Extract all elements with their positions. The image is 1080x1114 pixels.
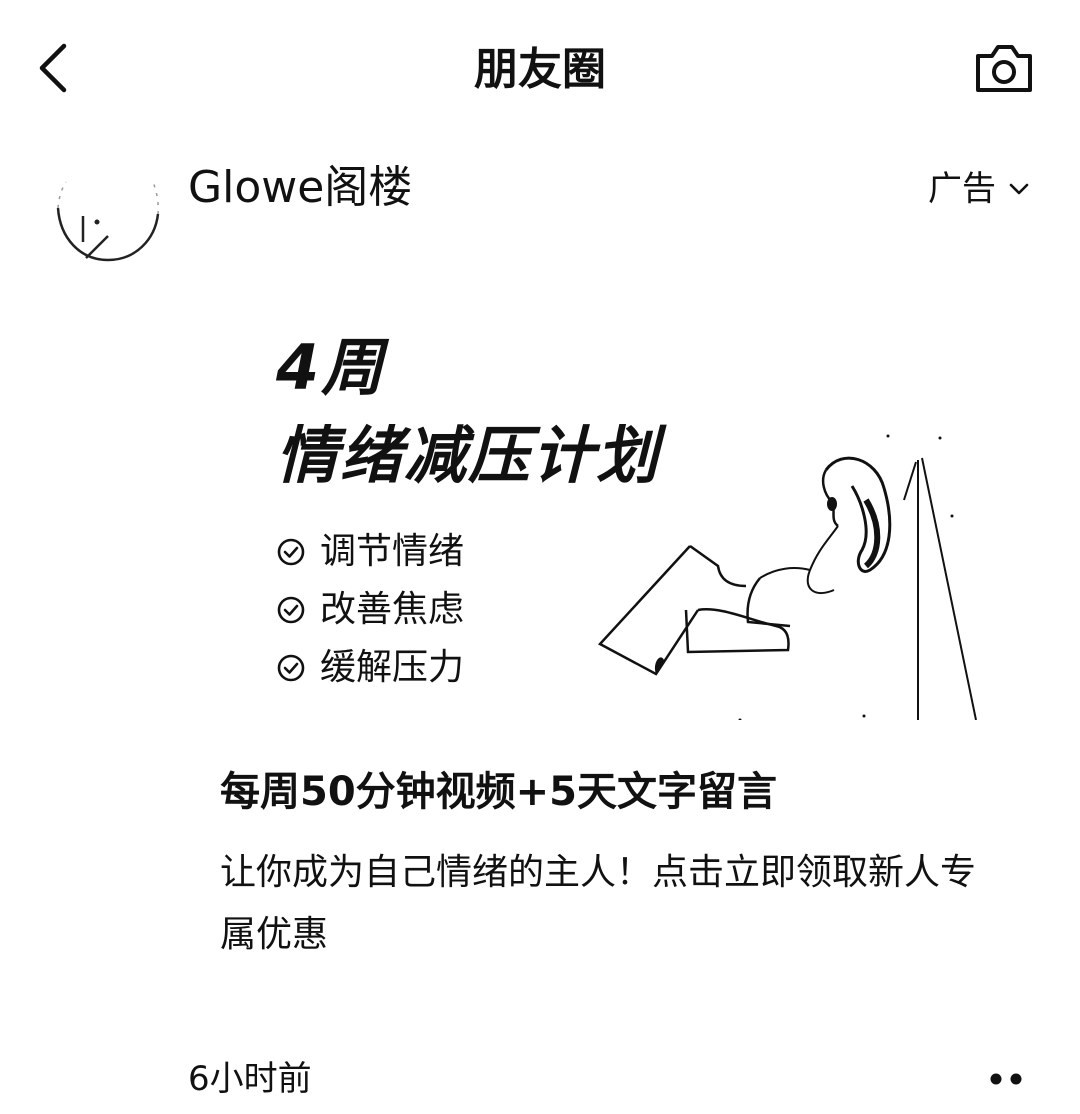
avatar[interactable] [50, 168, 164, 268]
ad-body-text[interactable]: 让你成为自己情绪的主人！点击立即领取新人专属优惠 [220, 842, 1010, 966]
navbar: 朋友圈 [0, 0, 1080, 140]
camera-icon [976, 45, 1032, 92]
ad-headline[interactable]: 每周50分钟视频+5天文字留言 [220, 764, 1020, 820]
poster-name[interactable]: Glowe阁楼 [188, 160, 412, 216]
banner-checklist-text: 改善焦虑 [320, 589, 465, 630]
ad-label-text: 广告 [928, 169, 996, 209]
banner-checklist-text: 调节情绪 [320, 531, 465, 572]
more-button[interactable] [980, 1064, 1038, 1094]
chevron-down-icon [1009, 183, 1029, 195]
check-circle-icon [277, 538, 305, 566]
more-dots-icon [990, 1073, 1022, 1085]
ad-label[interactable]: 广告 [928, 166, 1030, 212]
banner-checklist-text: 缓解压力 [320, 647, 465, 688]
check-circle-icon [277, 654, 305, 682]
ad-banner-image[interactable]: 4周 情绪减压计划 调节情绪 改善焦虑 缓解压力 [240, 310, 1000, 720]
woman-relaxing-illustration [597, 434, 977, 720]
check-circle-icon [277, 596, 305, 624]
banner-checklist-item: 改善焦虑 [276, 586, 464, 634]
camera-button[interactable] [972, 40, 1036, 96]
banner-checklist-item: 缓解压力 [276, 644, 464, 692]
banner-checklist-item: 调节情绪 [276, 528, 464, 576]
page-title: 朋友圈 [474, 44, 606, 95]
timestamp: 6小时前 [188, 1059, 312, 1099]
banner-title-line1: 4周 [276, 331, 386, 404]
